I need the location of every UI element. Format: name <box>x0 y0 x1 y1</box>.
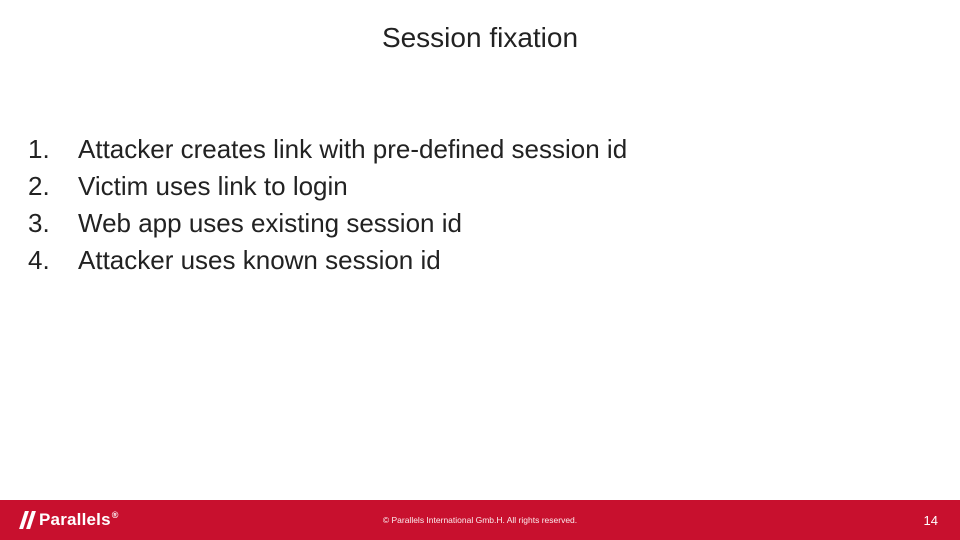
list-text: Attacker creates link with pre-defined s… <box>78 134 627 165</box>
list-item: 3. Web app uses existing session id <box>28 208 960 239</box>
registered-mark: ® <box>112 510 119 520</box>
slide-title: Session fixation <box>0 0 960 54</box>
list-number: 4. <box>28 245 78 276</box>
list-number: 3. <box>28 208 78 239</box>
list-text: Web app uses existing session id <box>78 208 462 239</box>
list-number: 2. <box>28 171 78 202</box>
footer-bar: Parallels® © Parallels International Gmb… <box>0 500 960 540</box>
list-text: Attacker uses known session id <box>78 245 441 276</box>
brand-text: Parallels <box>39 510 111 529</box>
brand-logo: Parallels® <box>22 510 119 530</box>
content-list: 1. Attacker creates link with pre-define… <box>0 54 960 276</box>
list-text: Victim uses link to login <box>78 171 348 202</box>
brand-name: Parallels® <box>39 510 119 530</box>
list-item: 1. Attacker creates link with pre-define… <box>28 134 960 165</box>
parallels-bars-icon <box>22 511 33 529</box>
list-number: 1. <box>28 134 78 165</box>
list-item: 2. Victim uses link to login <box>28 171 960 202</box>
list-item: 4. Attacker uses known session id <box>28 245 960 276</box>
page-number: 14 <box>924 513 938 528</box>
slide: Session fixation 1. Attacker creates lin… <box>0 0 960 540</box>
copyright-text: © Parallels International Gmb.H. All rig… <box>383 515 577 525</box>
